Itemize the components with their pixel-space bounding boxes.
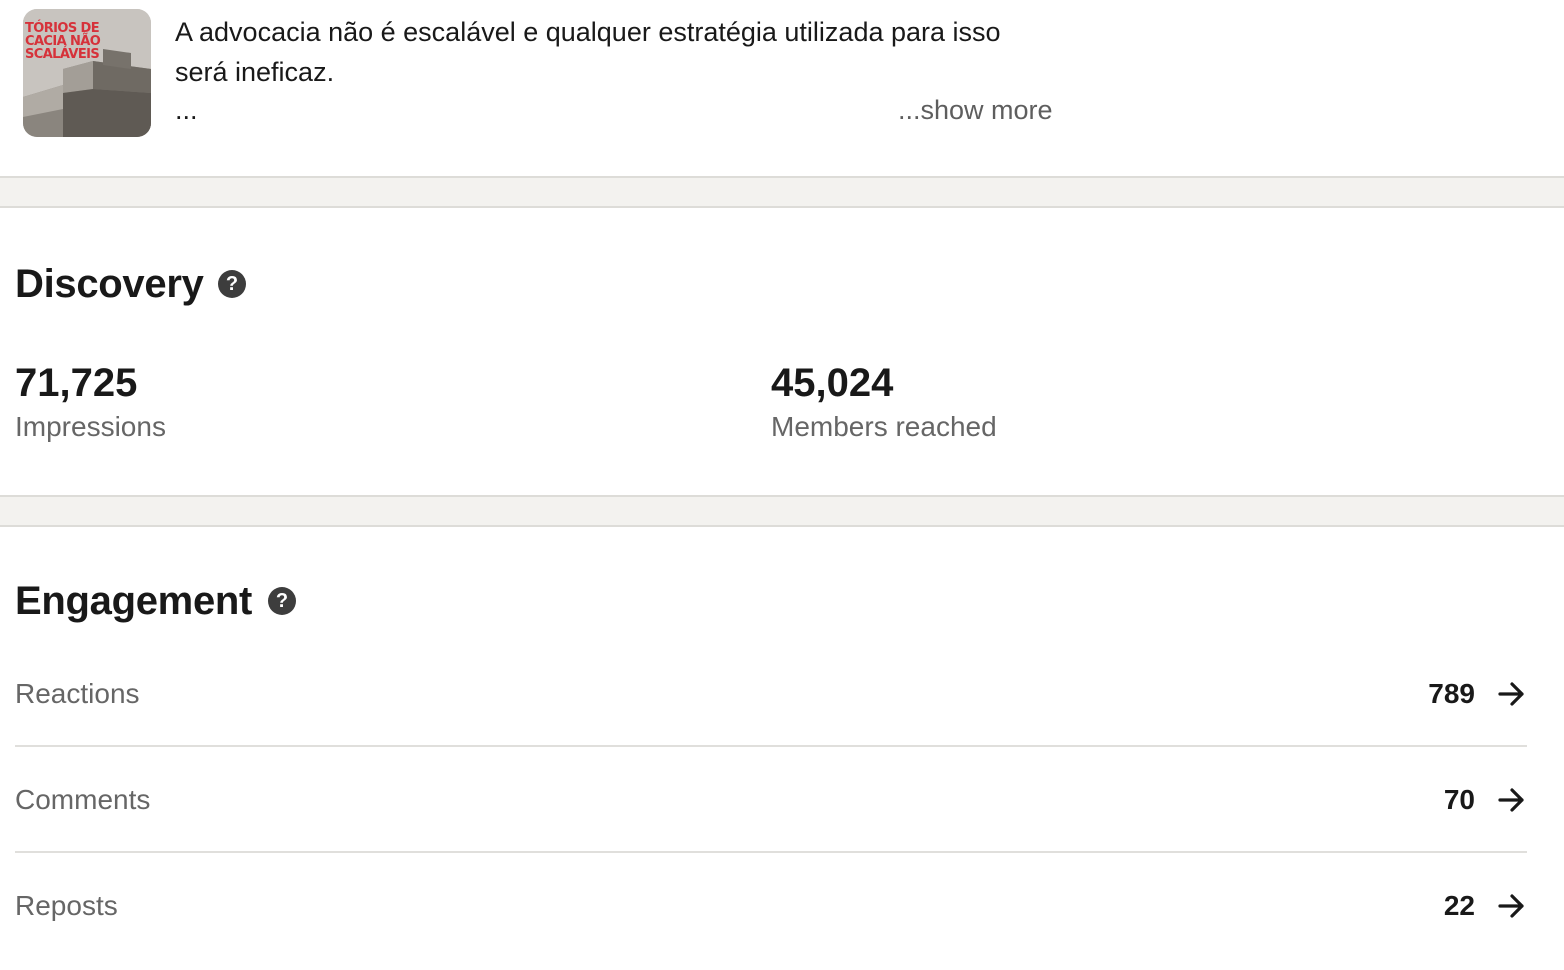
section-separator [0,495,1564,527]
reactions-label: Reactions [15,678,140,709]
discovery-title: Discovery [15,262,204,306]
post-preview: TÓRIOS DE CACIA NÃO SCALÁVEIS A advocaci… [0,0,1564,178]
engagement-title: Engagement [15,579,253,623]
post-text-line-1: A advocacia não é escalável e qualquer e… [175,17,1001,47]
thumbnail-title: TÓRIOS DE CACIA NÃO SCALÁVEIS [25,21,101,62]
help-icon[interactable]: ? [268,587,296,615]
post-analytics-page: TÓRIOS DE CACIA NÃO SCALÁVEIS A advocaci… [0,0,1564,970]
engagement-row-comments[interactable]: Comments 70 [15,747,1527,853]
help-icon[interactable]: ? [218,270,246,298]
comments-label: Comments [15,784,151,815]
post-thumbnail[interactable]: TÓRIOS DE CACIA NÃO SCALÁVEIS [23,9,151,137]
arrow-right-icon[interactable] [1497,679,1527,709]
post-text-line-2: será ineficaz. [175,57,335,87]
post-text-ellipsis: ... [175,95,198,125]
members-reached-value: 45,024 [771,361,894,405]
impressions-value: 71,725 [15,361,138,405]
show-more-link[interactable]: ...show more [898,92,1053,128]
members-reached-label: Members reached [771,411,997,442]
reposts-label: Reposts [15,890,118,921]
reposts-count: 22 [1443,890,1475,921]
comments-count: 70 [1443,784,1475,815]
arrow-right-icon[interactable] [1497,891,1527,921]
impressions-label: Impressions [15,411,166,442]
arrow-right-icon[interactable] [1497,785,1527,815]
section-separator [0,178,1564,208]
reactions-count: 789 [1428,678,1475,709]
post-text: A advocacia não é escalável e qualquer e… [175,12,1075,92]
engagement-row-reposts[interactable]: Reposts 22 [15,853,1527,959]
engagement-row-reactions[interactable]: Reactions 789 [15,641,1527,747]
